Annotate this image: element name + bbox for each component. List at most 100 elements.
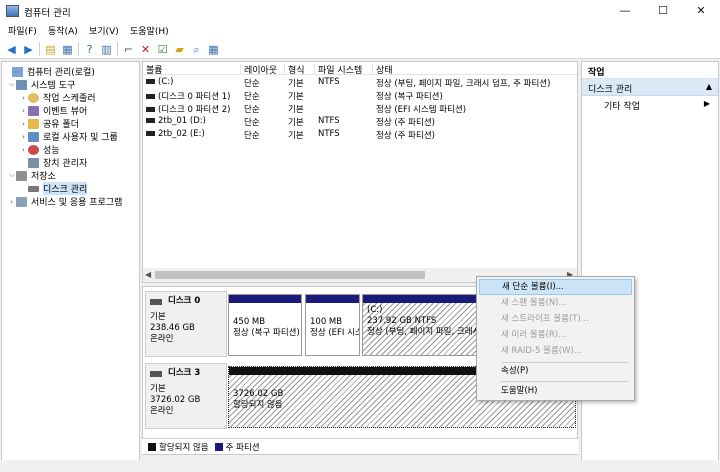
shared-folder-icon bbox=[28, 118, 39, 129]
services-icon bbox=[16, 196, 27, 207]
performance-icon bbox=[28, 144, 39, 155]
legend-primary: 주 파티션 bbox=[225, 442, 260, 453]
menu-new-simple-volume[interactable]: 새 단순 볼륨(I)... bbox=[479, 279, 632, 295]
grid-view-icon[interactable]: ▦ bbox=[206, 42, 221, 56]
show-hide-tree-icon[interactable]: ▦ bbox=[60, 42, 75, 56]
menu-help[interactable]: 도움말(H) bbox=[130, 24, 169, 37]
chevron-right-icon[interactable]: › bbox=[19, 94, 28, 102]
partition-efi[interactable]: 100 MB 정상 (EFI 시스 bbox=[305, 294, 360, 356]
window-title: 컴퓨터 관리 bbox=[24, 8, 71, 19]
menu-properties[interactable]: 속성(P) bbox=[479, 363, 632, 379]
status-bar bbox=[0, 460, 720, 472]
column-status[interactable]: 상태 bbox=[373, 63, 577, 76]
partition-recovery[interactable]: 450 MB 정상 (복구 파티션) bbox=[228, 294, 302, 356]
chevron-right-icon[interactable]: › bbox=[19, 107, 28, 115]
maximize-button[interactable]: ☐ bbox=[644, 0, 682, 22]
menu-action[interactable]: 동작(A) bbox=[48, 24, 78, 37]
menu-view[interactable]: 보기(V) bbox=[89, 24, 119, 37]
clock-icon bbox=[28, 92, 39, 103]
tree-item-shared-folders[interactable]: › 공유 폴더 bbox=[19, 117, 79, 130]
toolbar-separator bbox=[78, 42, 79, 56]
tree-item-storage[interactable]: ⌵ 저장소 bbox=[7, 169, 56, 182]
computer-management-icon bbox=[6, 5, 19, 17]
tree-item-task-scheduler[interactable]: › 작업 스케줄러 bbox=[19, 91, 96, 104]
menu-bar: 파일(F) 동작(A) 보기(V) 도움말(H) bbox=[0, 22, 720, 39]
tree-item-performance[interactable]: › 성능 bbox=[19, 143, 60, 156]
volume-icon bbox=[146, 107, 155, 112]
tree-item-disk-management[interactable]: 디스크 관리 bbox=[19, 182, 88, 195]
table-row[interactable]: (C:) 단순 기본 NTFS 정상 (부팅, 페이지 파일, 크래시 덤프, … bbox=[143, 76, 577, 89]
menu-new-raid5-volume[interactable]: 새 RAID-5 볼륨(W)... bbox=[479, 343, 632, 359]
actions-section-disk-management[interactable]: 디스크 관리 ▲ bbox=[582, 79, 718, 96]
chevron-right-icon[interactable]: › bbox=[7, 198, 16, 206]
chevron-right-icon: ▶ bbox=[703, 99, 710, 108]
tree-item-local-users[interactable]: › 로컬 사용자 및 그룹 bbox=[19, 130, 118, 143]
tools-icon bbox=[16, 79, 27, 90]
menu-new-mirrored-volume[interactable]: 새 미러 볼륨(R)... bbox=[479, 327, 632, 343]
disk-icon bbox=[28, 185, 39, 192]
menu-new-spanned-volume[interactable]: 새 스팬 볼륨(N)... bbox=[479, 295, 632, 311]
device-manager-icon bbox=[28, 157, 39, 168]
volume-icon bbox=[146, 94, 155, 99]
column-type[interactable]: 형식 bbox=[285, 63, 315, 76]
menu-file[interactable]: 파일(F) bbox=[8, 24, 37, 37]
navigation-tree: 컴퓨터 관리(로컬) ⌵ 시스템 도구 › 작업 스케줄러 › 이벤트 뷰어 ›… bbox=[1, 61, 140, 469]
volume-icon bbox=[146, 118, 155, 123]
users-icon bbox=[28, 131, 39, 142]
scrollbar-thumb[interactable] bbox=[155, 271, 425, 279]
storage-icon bbox=[16, 170, 27, 181]
menu-help[interactable]: 도움말(H) bbox=[479, 383, 632, 399]
toolbar: ◀ ▶ ▤ ▦ ? ▥ ⌐ ✕ ☑ ▰ ⌕ ▦ bbox=[0, 39, 720, 59]
volume-list-header: 볼륨 레이아웃 형식 파일 시스템 상태 bbox=[143, 62, 577, 76]
tree-item-services[interactable]: › 서비스 및 응용 프로그램 bbox=[7, 195, 122, 208]
tree-item-device-manager[interactable]: 장치 관리자 bbox=[19, 156, 87, 169]
minimize-button[interactable]: — bbox=[606, 0, 644, 22]
chevron-right-icon[interactable]: › bbox=[19, 120, 28, 128]
toolbar-separator bbox=[39, 42, 40, 56]
disk-icon bbox=[150, 370, 162, 377]
column-file-system[interactable]: 파일 시스템 bbox=[315, 63, 373, 76]
help-icon[interactable]: ? bbox=[82, 42, 97, 56]
actions-more[interactable]: 기타 작업 ▶ bbox=[582, 96, 718, 113]
delete-icon[interactable]: ✕ bbox=[138, 42, 153, 56]
actions-pane: 작업 디스크 관리 ▲ 기타 작업 ▶ bbox=[581, 61, 719, 469]
tree-item-system-tools[interactable]: ⌵ 시스템 도구 bbox=[7, 78, 75, 91]
event-viewer-icon bbox=[28, 105, 39, 116]
search-icon[interactable]: ⌕ bbox=[189, 42, 204, 56]
disk-0-info[interactable]: 디스크 0 기본 238.46 GB 온라인 bbox=[145, 291, 227, 357]
connect-icon[interactable]: ⌐ bbox=[121, 42, 136, 56]
legend-swatch-primary bbox=[214, 442, 223, 451]
table-row[interactable]: 2tb_02 (E:) 단순 기본 NTFS 정상 (주 파티션) bbox=[143, 128, 577, 141]
volume-list: 볼륨 레이아웃 형식 파일 시스템 상태 (C:) 단순 기본 NTFS 정상 … bbox=[142, 61, 578, 283]
menu-new-striped-volume[interactable]: 새 스트라이프 볼륨(T)... bbox=[479, 311, 632, 327]
legend-swatch-unallocated bbox=[148, 442, 156, 451]
folder-icon[interactable]: ▰ bbox=[172, 42, 187, 56]
chevron-right-icon[interactable]: › bbox=[19, 146, 28, 154]
table-row[interactable]: (디스크 0 파티션 2) 단순 기본 정상 (EFI 시스템 파티션) bbox=[143, 102, 577, 115]
chevron-down-icon[interactable]: ⌵ bbox=[7, 171, 16, 180]
legend: 할당되지 않음 주 파티션 bbox=[142, 438, 578, 454]
table-row[interactable]: 2tb_01 (D:) 단순 기본 NTFS 정상 (주 파티션) bbox=[143, 115, 577, 128]
back-arrow-icon[interactable]: ◀ bbox=[4, 42, 19, 56]
volume-icon bbox=[146, 79, 155, 84]
collapse-up-icon[interactable]: ▲ bbox=[706, 82, 712, 91]
column-volume[interactable]: 볼륨 bbox=[143, 63, 241, 76]
chevron-right-icon[interactable]: › bbox=[19, 133, 28, 141]
column-layout[interactable]: 레이아웃 bbox=[241, 63, 285, 76]
actions-header: 작업 bbox=[582, 62, 718, 79]
disk-3-info[interactable]: 디스크 3 기본 3726.02 GB 온라인 bbox=[145, 363, 227, 429]
legend-unallocated: 할당되지 않음 bbox=[159, 442, 209, 453]
close-button[interactable]: ✕ bbox=[682, 0, 720, 22]
toolbar-separator bbox=[117, 42, 118, 56]
tree-item-event-viewer[interactable]: › 이벤트 뷰어 bbox=[19, 104, 87, 117]
scroll-left-icon[interactable]: ◀ bbox=[145, 270, 151, 279]
up-folder-icon[interactable]: ▤ bbox=[43, 42, 58, 56]
chevron-down-icon[interactable]: ⌵ bbox=[7, 80, 16, 89]
table-row[interactable]: (디스크 0 파티션 1) 단순 기본 정상 (복구 파티션) bbox=[143, 89, 577, 102]
disk-icon bbox=[150, 298, 162, 305]
forward-arrow-icon[interactable]: ▶ bbox=[21, 42, 36, 56]
properties-pane-icon[interactable]: ▥ bbox=[99, 42, 114, 56]
tree-item-root[interactable]: 컴퓨터 관리(로컬) bbox=[3, 65, 95, 78]
title-bar: 컴퓨터 관리 — ☐ ✕ bbox=[0, 0, 720, 22]
check-icon[interactable]: ☑ bbox=[155, 42, 170, 56]
